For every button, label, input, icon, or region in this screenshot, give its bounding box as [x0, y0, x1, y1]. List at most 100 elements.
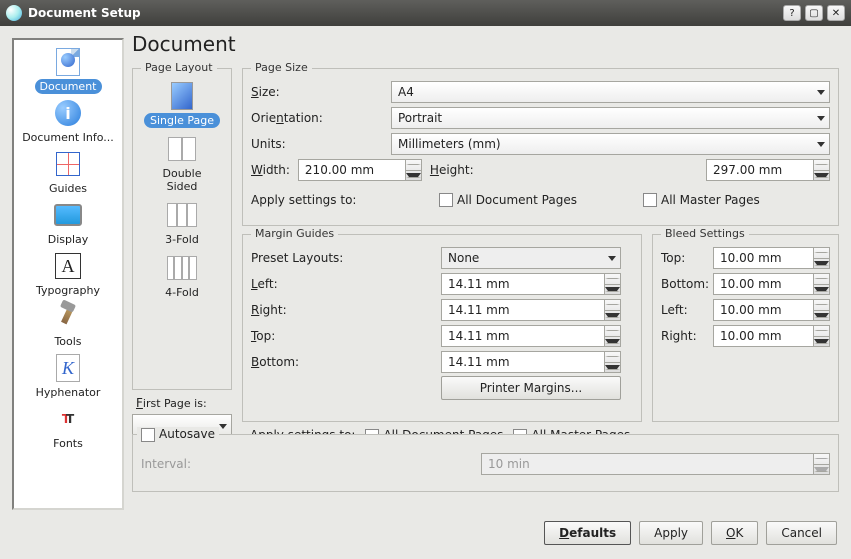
- nav-tools[interactable]: Tools: [14, 301, 122, 350]
- chevron-down-icon: [817, 90, 825, 95]
- three-fold-icon: [167, 200, 197, 230]
- cancel-button[interactable]: Cancel: [766, 521, 837, 545]
- bleed-right-input[interactable]: 10.00 mm: [713, 325, 830, 347]
- nav-label: Document: [35, 79, 102, 94]
- maximize-button[interactable]: ▢: [805, 5, 823, 21]
- size-select[interactable]: A4: [391, 81, 830, 103]
- arrow-down-icon[interactable]: [605, 337, 620, 347]
- autosave-checkbox[interactable]: Autosave: [141, 427, 215, 441]
- nav-guides[interactable]: Guides: [14, 148, 122, 197]
- height-label: Height:: [430, 163, 480, 177]
- arrow-up-icon[interactable]: [605, 274, 620, 285]
- chevron-down-icon: [817, 142, 825, 147]
- nav-hyphenator[interactable]: K Hyphenator: [14, 352, 122, 401]
- defaults-button[interactable]: DefaultsDefaults: [544, 521, 631, 545]
- nav-label: Tools: [49, 334, 86, 349]
- typography-icon: A: [53, 251, 83, 281]
- nav-panel: Document i Document Info... Guides Displ…: [12, 38, 124, 510]
- arrow-up-icon: [814, 454, 829, 465]
- nav-label: Fonts: [48, 436, 88, 451]
- arrow-down-icon[interactable]: [814, 311, 829, 321]
- all-document-pages-checkbox[interactable]: All Document Pages: [439, 193, 577, 208]
- arrow-up-icon[interactable]: [814, 274, 829, 285]
- arrow-up-icon[interactable]: [814, 160, 829, 171]
- margin-left-input[interactable]: 14.11 mm: [441, 273, 621, 295]
- bleed-bottom-label: Bottom:: [661, 277, 713, 291]
- margin-right-input[interactable]: 14.11 mm: [441, 299, 621, 321]
- bleed-left-input[interactable]: 10.00 mm: [713, 299, 830, 321]
- arrow-down-icon[interactable]: [814, 259, 829, 269]
- printer-margins-button[interactable]: Printer Margins...: [441, 376, 621, 400]
- arrow-up-icon[interactable]: [605, 300, 620, 311]
- chevron-down-icon: [817, 116, 825, 121]
- chevron-down-icon: [219, 424, 227, 429]
- arrow-up-icon[interactable]: [605, 326, 620, 337]
- bleed-left-label: Left:: [661, 303, 713, 317]
- nav-fonts[interactable]: TT Fonts: [14, 403, 122, 452]
- chevron-down-icon: [608, 256, 616, 261]
- nav-label: Guides: [44, 181, 92, 196]
- arrow-up-icon[interactable]: [814, 248, 829, 259]
- arrow-down-icon[interactable]: [605, 285, 620, 295]
- autosave-legend: Autosave: [137, 427, 219, 442]
- orientation-select[interactable]: Portrait: [391, 107, 830, 129]
- apply-button[interactable]: Apply: [639, 521, 703, 545]
- arrow-down-icon[interactable]: [814, 285, 829, 295]
- arrow-up-icon[interactable]: [406, 160, 421, 171]
- layout-label: 3-Fold: [159, 232, 205, 247]
- nav-display[interactable]: Display: [14, 199, 122, 248]
- arrow-down-icon[interactable]: [605, 311, 620, 321]
- orientation-label: Orientation:: [251, 111, 391, 125]
- nav-document-info[interactable]: i Document Info...: [14, 97, 122, 146]
- bleed-bottom-input[interactable]: 10.00 mm: [713, 273, 830, 295]
- titlebar: Document Setup ? ▢ ✕: [0, 0, 851, 26]
- arrow-up-icon[interactable]: [814, 300, 829, 311]
- window-title: Document Setup: [28, 6, 779, 20]
- height-input[interactable]: 297.00 mm: [706, 159, 830, 181]
- margin-top-input[interactable]: 14.11 mm: [441, 325, 621, 347]
- size-label: Size:: [251, 85, 391, 99]
- arrow-down-icon[interactable]: [406, 171, 421, 181]
- nav-label: Document Info...: [17, 130, 119, 145]
- margin-right-label: Right:: [251, 303, 441, 317]
- double-sided-icon: [167, 134, 197, 164]
- app-icon: [6, 5, 22, 21]
- units-select[interactable]: Millimeters (mm): [391, 133, 830, 155]
- close-button[interactable]: ✕: [827, 5, 845, 21]
- arrow-down-icon[interactable]: [814, 171, 829, 181]
- arrow-down-icon[interactable]: [814, 337, 829, 347]
- arrow-up-icon[interactable]: [814, 326, 829, 337]
- dialog-button-bar: DefaultsDefaults Apply OKOK Cancel: [544, 521, 837, 545]
- margin-guides-group: Margin Guides Preset Layouts: None Left:…: [242, 234, 642, 422]
- layout-3fold[interactable]: 3-Fold: [159, 200, 205, 247]
- layout-double-sided[interactable]: Double Sided: [141, 134, 223, 194]
- layout-label: 4-Fold: [159, 285, 205, 300]
- page-size-legend: Page Size: [251, 61, 312, 74]
- page-title: Document: [132, 32, 839, 56]
- all-master-pages-checkbox[interactable]: All Master Pages: [643, 193, 760, 208]
- display-icon: [53, 200, 83, 230]
- height-value: 297.00 mm: [713, 163, 782, 177]
- main-panel: Document Page Layout Single Page Double …: [132, 32, 839, 60]
- layout-label: Single Page: [144, 113, 220, 128]
- bleed-top-input[interactable]: 10.00 mm: [713, 247, 830, 269]
- ok-button[interactable]: OKOK: [711, 521, 758, 545]
- interval-input: 10 min: [481, 453, 830, 475]
- width-input[interactable]: 210.00 mm: [298, 159, 422, 181]
- width-value: 210.00 mm: [305, 163, 374, 177]
- arrow-up-icon[interactable]: [605, 352, 620, 363]
- nav-document[interactable]: Document: [14, 46, 122, 95]
- fonts-icon: TT: [53, 404, 83, 434]
- nav-typography[interactable]: A Typography: [14, 250, 122, 299]
- units-value: Millimeters (mm): [398, 137, 501, 151]
- margin-bottom-input[interactable]: 14.11 mm: [441, 351, 621, 373]
- help-button[interactable]: ?: [783, 5, 801, 21]
- layout-single-page[interactable]: Single Page: [144, 81, 220, 128]
- units-label: Units:: [251, 137, 391, 151]
- page-layout-group: Page Layout Single Page Double Sided 3-F…: [132, 68, 232, 390]
- layout-label: Double Sided: [141, 166, 223, 194]
- layout-4fold[interactable]: 4-Fold: [159, 253, 205, 300]
- margin-guides-legend: Margin Guides: [251, 227, 338, 240]
- dialog-content: Document i Document Info... Guides Displ…: [0, 26, 851, 559]
- arrow-down-icon[interactable]: [605, 363, 620, 373]
